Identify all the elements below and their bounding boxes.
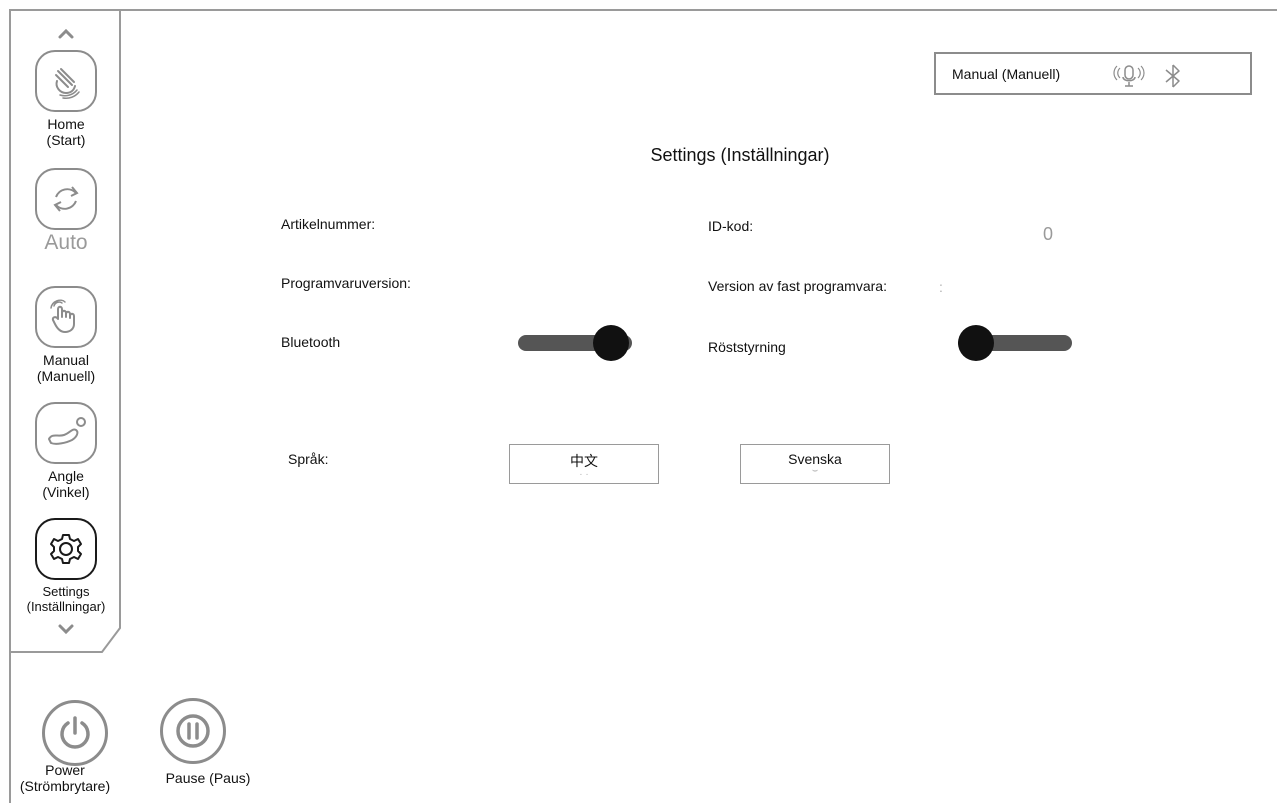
id-code-label: ID-kod: bbox=[708, 218, 754, 234]
firmware-version-label: Version av fast programvara: bbox=[708, 278, 887, 294]
language-swedish-mark: ⌣ bbox=[811, 465, 819, 476]
nav-home[interactable]: Home (Start) bbox=[20, 50, 112, 148]
scroll-up-chevron-icon[interactable] bbox=[56, 26, 76, 40]
bluetooth-toggle-knob bbox=[593, 325, 629, 361]
nav-angle-label: Angle (Vinkel) bbox=[42, 468, 90, 500]
voice-control-toggle[interactable] bbox=[954, 325, 1076, 361]
language-chinese-text: 中文 bbox=[570, 453, 598, 469]
nav-home-label: Home (Start) bbox=[46, 116, 86, 148]
nav-auto[interactable]: Auto bbox=[20, 168, 112, 254]
pause-label: Pause (Paus) bbox=[165, 770, 251, 786]
gear-icon bbox=[35, 518, 97, 580]
language-swedish-button[interactable]: Svenska ⌣ bbox=[740, 444, 890, 484]
power-icon bbox=[60, 716, 90, 749]
hand-swipe-icon bbox=[35, 50, 97, 112]
status-bar: Manual (Manuell) bbox=[934, 52, 1252, 95]
bluetooth-toggle[interactable] bbox=[514, 325, 636, 361]
recline-angle-icon bbox=[35, 402, 97, 464]
nav-manual[interactable]: Manual (Manuell) bbox=[20, 286, 112, 384]
voice-icon bbox=[1113, 65, 1145, 87]
language-label: Språk: bbox=[288, 451, 329, 467]
nav-settings-label: Settings (Inställningar) bbox=[26, 584, 106, 614]
software-version-label: Programvaruversion: bbox=[281, 275, 411, 291]
sidebar: Home (Start) Auto Manual (Manuell) Angle… bbox=[0, 0, 130, 660]
nav-manual-label: Manual (Manuell) bbox=[36, 352, 96, 384]
window-frame-top bbox=[9, 9, 1277, 11]
nav-settings[interactable]: Settings (Inställningar) bbox=[20, 518, 112, 614]
id-code-value: 0 bbox=[1043, 224, 1054, 244]
article-number-label: Artikelnummer: bbox=[281, 216, 376, 232]
power-button[interactable] bbox=[42, 700, 108, 766]
current-mode-text: Manual (Manuell) bbox=[952, 65, 1061, 82]
power-label: Power (Strömbrytare) bbox=[19, 762, 111, 794]
pause-icon bbox=[176, 714, 210, 748]
nav-auto-label: Auto bbox=[44, 231, 88, 254]
language-chinese-button[interactable]: 中文 · · bbox=[509, 444, 659, 484]
language-chinese-mark: · · bbox=[579, 469, 589, 480]
firmware-version-value: : bbox=[939, 279, 943, 295]
nav-angle[interactable]: Angle (Vinkel) bbox=[20, 402, 112, 500]
bluetooth-label: Bluetooth bbox=[281, 334, 341, 350]
voice-control-label: Röststyrning bbox=[708, 339, 786, 355]
scroll-down-chevron-icon[interactable] bbox=[56, 622, 76, 636]
page-title: Settings (Inställningar) bbox=[650, 145, 830, 165]
bluetooth-icon bbox=[1165, 64, 1180, 88]
hand-pointer-icon bbox=[35, 286, 97, 348]
pause-button[interactable] bbox=[160, 698, 226, 764]
voice-control-toggle-knob bbox=[958, 325, 994, 361]
sync-icon bbox=[35, 168, 97, 230]
